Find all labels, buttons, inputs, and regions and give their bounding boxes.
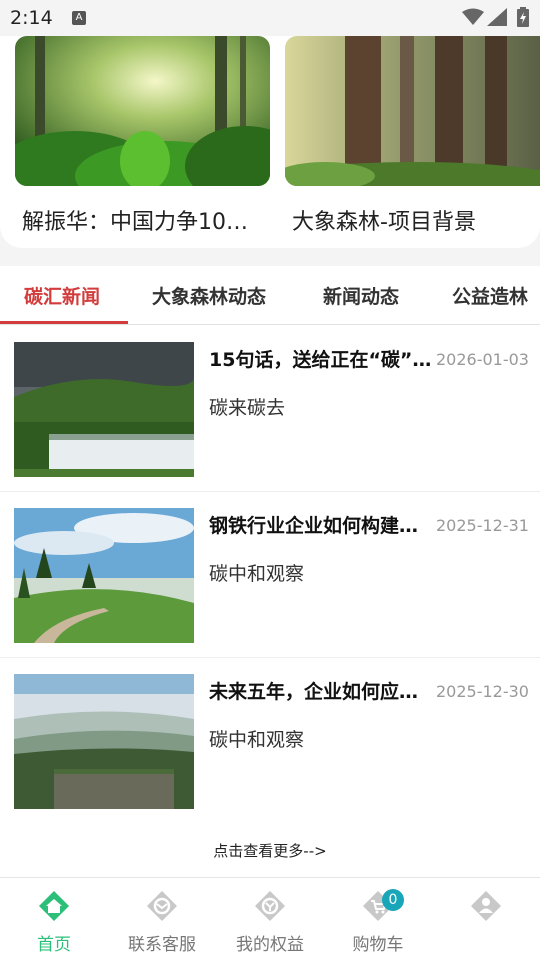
- status-time: 2:14: [10, 7, 53, 29]
- news-title: 钢铁行业企业如何构建…: [209, 515, 419, 537]
- news-item[interactable]: 未来五年，企业如何应… 2025-12-30 碳中和观察: [0, 657, 540, 823]
- news-thumbnail: [14, 674, 194, 809]
- category-tabs: 碳汇新闻 大象森林动态 新闻动态 公益造林: [0, 266, 540, 325]
- news-source: 碳中和观察: [209, 563, 305, 585]
- news-source: 碳来碳去: [209, 397, 286, 419]
- cart-count-badge: 0: [382, 889, 404, 911]
- nav-my-benefits-label: 我的权益: [236, 935, 304, 955]
- nav-profile[interactable]: [432, 878, 540, 961]
- featured-section: 解振华：中国力争10… 大象森林-项目背景: [0, 36, 540, 248]
- feature-image: [15, 36, 270, 186]
- status-bar: 2:14 A: [0, 0, 540, 36]
- signal-icon: [487, 8, 507, 26]
- news-list: 15句话，送给正在“碳”… 2026-01-03 碳来碳去 钢铁行业企业如何构建…: [0, 325, 540, 877]
- active-tab-indicator: [0, 321, 128, 324]
- benefits-icon: [255, 891, 285, 921]
- a-notification-icon: A: [72, 11, 86, 25]
- news-date: 2026-01-03: [436, 350, 529, 369]
- view-more-link[interactable]: 点击查看更多-->: [0, 840, 540, 861]
- news-title: 未来五年，企业如何应…: [209, 681, 419, 703]
- feature-caption: 大象森林-项目背景: [292, 210, 476, 235]
- news-date: 2025-12-31: [436, 516, 529, 535]
- tab-carbon-news[interactable]: 碳汇新闻: [24, 282, 100, 309]
- nav-customer-service-label: 联系客服: [128, 935, 196, 955]
- nav-customer-service[interactable]: 联系客服: [108, 878, 216, 961]
- news-thumbnail: [14, 342, 194, 477]
- feature-caption: 解振华：中国力争10…: [22, 210, 248, 235]
- nav-cart-label: 购物车: [352, 935, 404, 955]
- nav-home-label: 首页: [37, 935, 71, 955]
- bottom-nav: 首页 联系客服 我的权益 购物车: [0, 877, 540, 961]
- nav-cart[interactable]: 购物车: [324, 878, 432, 961]
- news-item[interactable]: 15句话，送给正在“碳”… 2026-01-03 碳来碳去: [0, 325, 540, 492]
- tab-public-afforestation[interactable]: 公益造林: [452, 282, 528, 309]
- nav-my-benefits[interactable]: 我的权益: [216, 878, 324, 961]
- profile-icon: [471, 891, 501, 921]
- tab-elephant-forest[interactable]: 大象森林动态: [152, 282, 266, 309]
- news-source: 碳中和观察: [209, 729, 305, 751]
- tab-news-updates[interactable]: 新闻动态: [323, 282, 399, 309]
- service-icon: [147, 891, 177, 921]
- feature-image: [285, 36, 540, 186]
- news-title: 15句话，送给正在“碳”…: [209, 349, 432, 371]
- news-thumbnail: [14, 508, 194, 643]
- home-icon: [39, 891, 69, 921]
- wifi-icon: [462, 8, 484, 25]
- nav-home[interactable]: 首页: [0, 878, 108, 961]
- news-date: 2025-12-30: [436, 682, 529, 701]
- news-item[interactable]: 钢铁行业企业如何构建… 2025-12-31 碳中和观察: [0, 491, 540, 658]
- battery-icon: [517, 7, 529, 27]
